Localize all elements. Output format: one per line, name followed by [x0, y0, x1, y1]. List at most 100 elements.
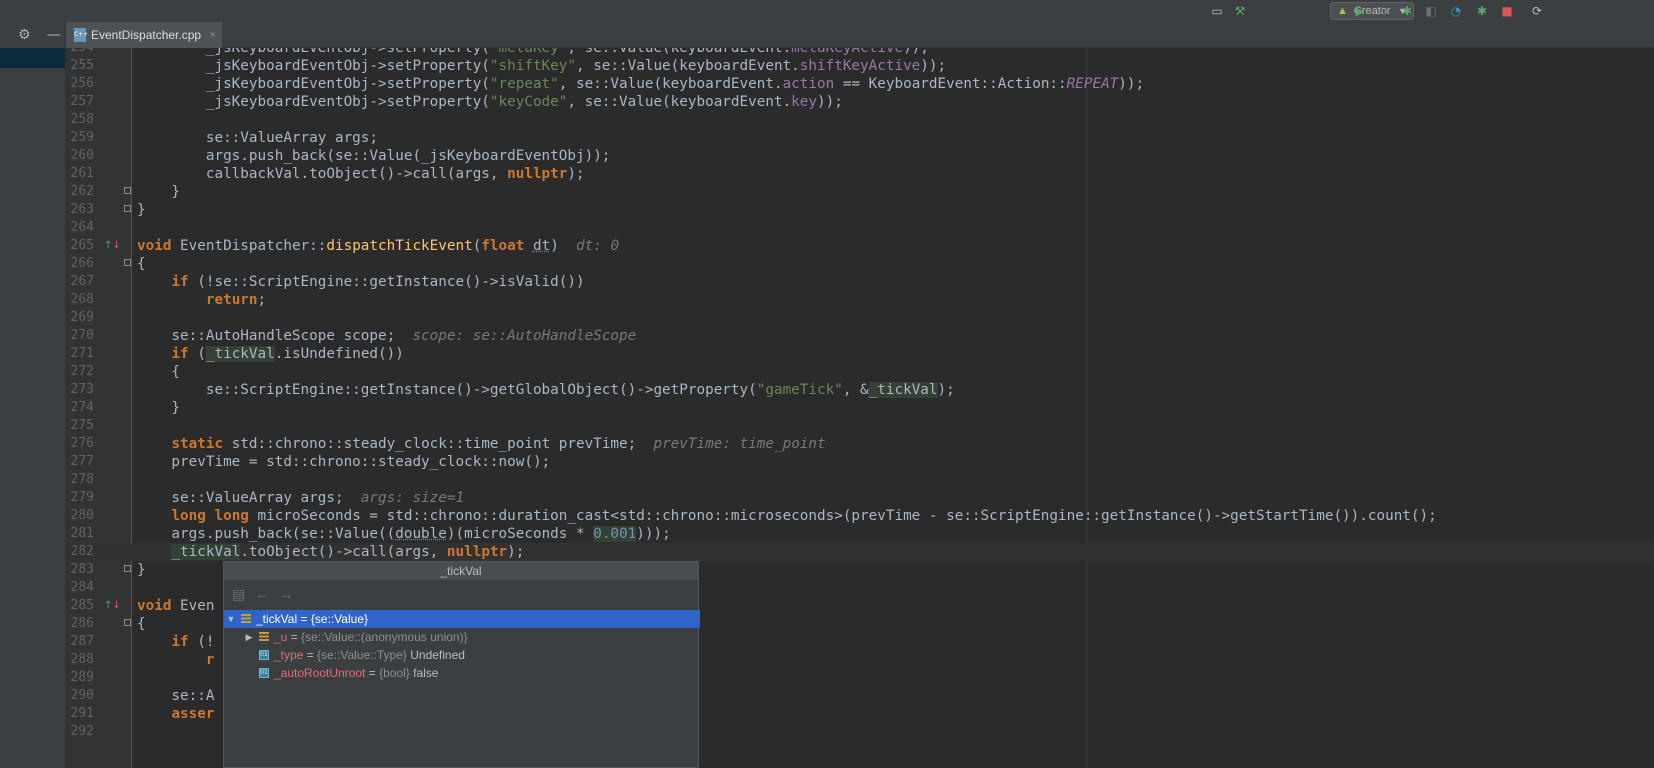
line-number[interactable]: 289	[66, 669, 94, 687]
line-number[interactable]: 261	[66, 165, 94, 183]
line-number[interactable]: 258	[66, 111, 94, 129]
stop-icon[interactable]: ■	[1498, 2, 1516, 20]
tab-eventdispatcher-cpp[interactable]: C++ EventDispatcher.cpp ×	[66, 22, 222, 48]
attach-debugger-icon[interactable]: ✱	[1473, 2, 1491, 20]
coverage-icon[interactable]: ◧	[1422, 2, 1440, 20]
line-number[interactable]: 266	[66, 255, 94, 273]
line-number[interactable]: 287	[66, 633, 94, 651]
sync-gradle-icon[interactable]: ⟳	[1528, 2, 1546, 20]
code-line[interactable]: 256 _jsKeyboardEventObj->setProperty("re…	[66, 75, 1654, 93]
code-line[interactable]: 255 _jsKeyboardEventObj->setProperty("sh…	[66, 57, 1654, 75]
expand-toggle-icon[interactable]: ▶	[244, 632, 254, 643]
line-number[interactable]: 277	[66, 453, 94, 471]
code-line[interactable]: 268 return;	[66, 291, 1654, 309]
line-number[interactable]: 272	[66, 363, 94, 381]
profile-icon[interactable]: ◔	[1447, 2, 1465, 20]
variable-tree-row[interactable]: ▼ _tickVal = {se::Value}	[224, 610, 700, 628]
line-number[interactable]: 267	[66, 273, 94, 291]
code-line[interactable]: 270 se::AutoHandleScope scope; scope: se…	[66, 327, 1654, 345]
fold-marker-icon[interactable]	[124, 565, 131, 572]
line-number[interactable]: 268	[66, 291, 94, 309]
code-line[interactable]: 259 se::ValueArray args;	[66, 129, 1654, 147]
line-number[interactable]: 255	[66, 57, 94, 75]
code-line[interactable]: 261 callbackVal.toObject()->call(args, n…	[66, 165, 1654, 183]
line-number[interactable]: 290	[66, 687, 94, 705]
line-number[interactable]: 269	[66, 309, 94, 327]
implementation-marker-icon[interactable]: ↑↓	[104, 601, 121, 611]
line-number[interactable]: 278	[66, 471, 94, 489]
line-number[interactable]: 291	[66, 705, 94, 723]
code-line[interactable]: 267 if (!se::ScriptEngine::getInstance()…	[66, 273, 1654, 291]
code-line[interactable]: 273 se::ScriptEngine::getInstance()->get…	[66, 381, 1654, 399]
line-number[interactable]: 284	[66, 579, 94, 597]
fold-marker-icon[interactable]	[124, 187, 131, 194]
code-line[interactable]: 272 {	[66, 363, 1654, 381]
forward-arrow-icon[interactable]: →	[279, 586, 293, 602]
run-icon[interactable]: ▶	[1351, 2, 1369, 20]
fold-marker-icon[interactable]	[124, 619, 131, 626]
line-number[interactable]: 276	[66, 435, 94, 453]
variable-tree-row[interactable]: 01 _type = {se::Value::Type} Undefined	[224, 646, 718, 664]
line-number[interactable]: 281	[66, 525, 94, 543]
code-line[interactable]: 264	[66, 219, 1654, 237]
line-number[interactable]: 275	[66, 417, 94, 435]
code-line[interactable]: 266 {	[66, 255, 1654, 273]
code-line[interactable]: 257 _jsKeyboardEventObj->setProperty("ke…	[66, 93, 1654, 111]
code-line[interactable]: 279 se::ValueArray args; args: size=1	[66, 489, 1654, 507]
line-number[interactable]: 283	[66, 561, 94, 579]
line-number[interactable]: 254	[66, 48, 94, 57]
code-line[interactable]: 263}	[66, 201, 1654, 219]
selected-tree-item[interactable]	[0, 48, 65, 68]
line-number[interactable]: 263	[66, 201, 94, 219]
inspect-icon[interactable]: ▤	[232, 586, 245, 603]
line-number[interactable]: 265	[66, 237, 94, 255]
line-number[interactable]: 259	[66, 129, 94, 147]
code-line[interactable]: 269	[66, 309, 1654, 327]
gear-icon[interactable]: ⚙	[18, 27, 31, 43]
fold-marker-icon[interactable]	[124, 205, 131, 212]
line-number[interactable]: 282	[66, 543, 94, 561]
code-line[interactable]: 274 }	[66, 399, 1654, 417]
line-number[interactable]: 286	[66, 615, 94, 633]
code-line[interactable]: 275	[66, 417, 1654, 435]
line-number[interactable]: 285	[66, 597, 94, 615]
debugger-evaluate-popup[interactable]: _tickVal ▤ ← → ▼ _tickVal = {se::Value} ▶ _…	[223, 561, 700, 768]
line-number[interactable]: 270	[66, 327, 94, 345]
variable-tree-row[interactable]: 01 _autoRootUnroot = {bool} false	[224, 664, 718, 682]
line-number[interactable]: 256	[66, 75, 94, 93]
code-line[interactable]: 278	[66, 471, 1654, 489]
line-number[interactable]: 271	[66, 345, 94, 363]
line-number[interactable]: 288	[66, 651, 94, 669]
line-number[interactable]: 273	[66, 381, 94, 399]
fold-marker-icon[interactable]	[124, 259, 131, 266]
line-number[interactable]: 292	[66, 723, 94, 741]
close-icon[interactable]: ×	[210, 29, 216, 41]
code-line[interactable]: 277 prevTime = std::chrono::steady_clock…	[66, 453, 1654, 471]
code-line[interactable]: 265 ↑↓ void EventDispatcher::dispatchTickE…	[66, 237, 1654, 255]
debug-icon[interactable]: ✱	[1398, 2, 1416, 20]
code-line[interactable]: 281 args.push_back(se::Value((double)(mi…	[66, 525, 1654, 543]
line-number[interactable]: 280	[66, 507, 94, 525]
expand-toggle-icon[interactable]: ▼	[226, 614, 236, 624]
line-number[interactable]: 274	[66, 399, 94, 417]
code-line[interactable]: 260 args.push_back(se::Value(_jsKeyboard…	[66, 147, 1654, 165]
line-number[interactable]: 260	[66, 147, 94, 165]
apply-changes-icon[interactable]: ϟ	[1374, 2, 1392, 20]
terminal-icon[interactable]: ▭	[1208, 2, 1226, 20]
implementation-marker-icon[interactable]: ↑↓	[104, 241, 121, 251]
line-number[interactable]: 262	[66, 183, 94, 201]
minimize-icon[interactable]: —	[47, 27, 61, 43]
code-line[interactable]: 276 static std::chrono::steady_clock::ti…	[66, 435, 1654, 453]
code-line[interactable]: 282 _tickVal.toObject()->call(args, null…	[66, 543, 1654, 561]
line-number[interactable]: 257	[66, 93, 94, 111]
code-line[interactable]: 254 _jsKeyboardEventObj->setProperty("me…	[66, 48, 1654, 57]
back-arrow-icon[interactable]: ←	[255, 586, 269, 602]
variable-tree-row[interactable]: ▶ _u = {se::Value::(anonymous union)}	[224, 628, 718, 646]
code-line[interactable]: 280 long long microSeconds = std::chrono…	[66, 507, 1654, 525]
line-number[interactable]: 279	[66, 489, 94, 507]
build-hammer-icon[interactable]: ⚒	[1231, 2, 1249, 20]
code-line[interactable]: 262 }	[66, 183, 1654, 201]
line-number[interactable]: 264	[66, 219, 94, 237]
code-line[interactable]: 271 if (_tickVal.isUndefined())	[66, 345, 1654, 363]
code-line[interactable]: 258	[66, 111, 1654, 129]
